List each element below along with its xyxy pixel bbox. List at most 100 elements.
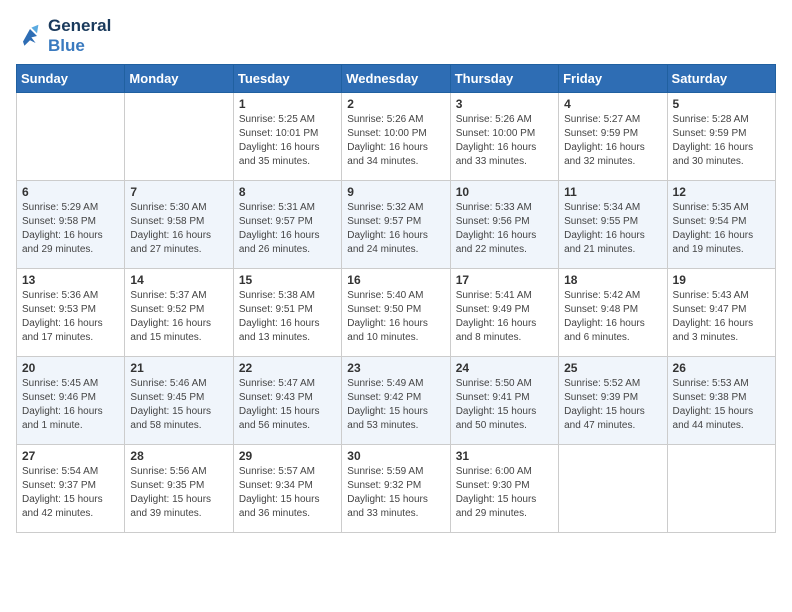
- calendar-cell: 23 Sunrise: 5:49 AM Sunset: 9:42 PM Dayli…: [342, 357, 450, 445]
- calendar-week-4: 20Sunrise: 5:45 AM Sunset: 9:46 PM Dayli…: [17, 357, 776, 445]
- calendar-cell: [125, 93, 233, 181]
- day-number: 9: [347, 185, 444, 199]
- cell-sun-info: Sunrise: 5:49 AM Sunset: 9:42 PM Dayligh…: [347, 377, 444, 433]
- cell-sun-info: Sunrise: 5:35 AM Sunset: 9:54 PM Dayligh…: [673, 201, 770, 257]
- calendar-week-2: 6Sunrise: 5:29 AM Sunset: 9:58 PM Daylig…: [17, 181, 776, 269]
- cell-sun-info: Sunrise: 5:53 AM Sunset: 9:38 PM Dayligh…: [673, 377, 770, 433]
- calendar-cell: 15 Sunrise: 5:38 AM Sunset: 9:51 PM Dayli…: [233, 269, 341, 357]
- day-number: 7: [130, 185, 227, 199]
- calendar-cell: 17 Sunrise: 5:41 AM Sunset: 9:49 PM Dayli…: [450, 269, 558, 357]
- calendar-cell: 29Sunrise: 5:57 AM Sunset: 9:34 PM Dayli…: [233, 445, 341, 533]
- calendar-cell: 24Sunrise: 5:50 AM Sunset: 9:41 PM Dayli…: [450, 357, 558, 445]
- calendar-cell: 31 Sunrise: 6:00 AM Sunset: 9:30 PM Dayli…: [450, 445, 558, 533]
- cell-sun-info: Sunrise: 5:52 AM Sunset: 9:39 PM Dayligh…: [564, 377, 661, 433]
- day-number: 24: [456, 361, 553, 375]
- column-header-tuesday: Tuesday: [233, 65, 341, 93]
- cell-sun-info: Sunrise: 5:29 AM Sunset: 9:58 PM Dayligh…: [22, 201, 119, 257]
- column-header-wednesday: Wednesday: [342, 65, 450, 93]
- calendar-cell: 11 Sunrise: 5:34 AM Sunset: 9:55 PM Dayli…: [559, 181, 667, 269]
- day-number: 25: [564, 361, 661, 375]
- calendar-cell: 4 Sunrise: 5:27 AM Sunset: 9:59 PM Daylig…: [559, 93, 667, 181]
- cell-sun-info: Sunrise: 5:25 AM Sunset: 10:01 PM Daylig…: [239, 113, 336, 169]
- day-number: 15: [239, 273, 336, 287]
- cell-sun-info: Sunrise: 5:26 AM Sunset: 10:00 PM Daylig…: [347, 113, 444, 169]
- calendar-cell: 20Sunrise: 5:45 AM Sunset: 9:46 PM Dayli…: [17, 357, 125, 445]
- cell-sun-info: Sunrise: 5:38 AM Sunset: 9:51 PM Dayligh…: [239, 289, 336, 345]
- day-number: 14: [130, 273, 227, 287]
- cell-sun-info: Sunrise: 6:00 AM Sunset: 9:30 PM Dayligh…: [456, 465, 553, 521]
- calendar-cell: 27 Sunrise: 5:54 AM Sunset: 9:37 PM Dayli…: [17, 445, 125, 533]
- calendar-cell: 19 Sunrise: 5:43 AM Sunset: 9:47 PM Dayli…: [667, 269, 775, 357]
- day-number: 27: [22, 449, 119, 463]
- calendar-cell: [667, 445, 775, 533]
- cell-sun-info: Sunrise: 5:33 AM Sunset: 9:56 PM Dayligh…: [456, 201, 553, 257]
- calendar-cell: 10Sunrise: 5:33 AM Sunset: 9:56 PM Dayli…: [450, 181, 558, 269]
- cell-sun-info: Sunrise: 5:56 AM Sunset: 9:35 PM Dayligh…: [130, 465, 227, 521]
- day-number: 12: [673, 185, 770, 199]
- day-number: 16: [347, 273, 444, 287]
- logo: General Blue: [16, 16, 111, 56]
- day-number: 5: [673, 97, 770, 111]
- cell-sun-info: Sunrise: 5:28 AM Sunset: 9:59 PM Dayligh…: [673, 113, 770, 169]
- cell-sun-info: Sunrise: 5:30 AM Sunset: 9:58 PM Dayligh…: [130, 201, 227, 257]
- day-number: 28: [130, 449, 227, 463]
- calendar-cell: 28 Sunrise: 5:56 AM Sunset: 9:35 PM Dayli…: [125, 445, 233, 533]
- calendar-cell: 14Sunrise: 5:37 AM Sunset: 9:52 PM Dayli…: [125, 269, 233, 357]
- day-number: 21: [130, 361, 227, 375]
- cell-sun-info: Sunrise: 5:47 AM Sunset: 9:43 PM Dayligh…: [239, 377, 336, 433]
- cell-sun-info: Sunrise: 5:41 AM Sunset: 9:49 PM Dayligh…: [456, 289, 553, 345]
- day-number: 29: [239, 449, 336, 463]
- day-number: 1: [239, 97, 336, 111]
- day-number: 4: [564, 97, 661, 111]
- calendar-cell: 30Sunrise: 5:59 AM Sunset: 9:32 PM Dayli…: [342, 445, 450, 533]
- calendar-cell: [17, 93, 125, 181]
- calendar-week-1: 1 Sunrise: 5:25 AM Sunset: 10:01 PM Dayli…: [17, 93, 776, 181]
- day-number: 18: [564, 273, 661, 287]
- calendar-cell: 21Sunrise: 5:46 AM Sunset: 9:45 PM Dayli…: [125, 357, 233, 445]
- day-number: 8: [239, 185, 336, 199]
- cell-sun-info: Sunrise: 5:27 AM Sunset: 9:59 PM Dayligh…: [564, 113, 661, 169]
- cell-sun-info: Sunrise: 5:42 AM Sunset: 9:48 PM Dayligh…: [564, 289, 661, 345]
- column-header-monday: Monday: [125, 65, 233, 93]
- calendar-cell: 1 Sunrise: 5:25 AM Sunset: 10:01 PM Dayli…: [233, 93, 341, 181]
- day-number: 26: [673, 361, 770, 375]
- calendar-cell: 25 Sunrise: 5:52 AM Sunset: 9:39 PM Dayli…: [559, 357, 667, 445]
- day-number: 30: [347, 449, 444, 463]
- calendar-cell: 9 Sunrise: 5:32 AM Sunset: 9:57 PM Daylig…: [342, 181, 450, 269]
- day-number: 31: [456, 449, 553, 463]
- calendar-cell: 22Sunrise: 5:47 AM Sunset: 9:43 PM Dayli…: [233, 357, 341, 445]
- cell-sun-info: Sunrise: 5:34 AM Sunset: 9:55 PM Dayligh…: [564, 201, 661, 257]
- calendar-cell: 7 Sunrise: 5:30 AM Sunset: 9:58 PM Daylig…: [125, 181, 233, 269]
- column-header-thursday: Thursday: [450, 65, 558, 93]
- day-number: 13: [22, 273, 119, 287]
- page-header: General Blue: [16, 16, 776, 56]
- day-number: 17: [456, 273, 553, 287]
- logo-icon: [16, 22, 44, 50]
- calendar-cell: [559, 445, 667, 533]
- cell-sun-info: Sunrise: 5:26 AM Sunset: 10:00 PM Daylig…: [456, 113, 553, 169]
- cell-sun-info: Sunrise: 5:32 AM Sunset: 9:57 PM Dayligh…: [347, 201, 444, 257]
- cell-sun-info: Sunrise: 5:45 AM Sunset: 9:46 PM Dayligh…: [22, 377, 119, 433]
- calendar-cell: 18 Sunrise: 5:42 AM Sunset: 9:48 PM Dayli…: [559, 269, 667, 357]
- calendar-cell: 13 Sunrise: 5:36 AM Sunset: 9:53 PM Dayli…: [17, 269, 125, 357]
- cell-sun-info: Sunrise: 5:43 AM Sunset: 9:47 PM Dayligh…: [673, 289, 770, 345]
- cell-sun-info: Sunrise: 5:40 AM Sunset: 9:50 PM Dayligh…: [347, 289, 444, 345]
- calendar-week-5: 27 Sunrise: 5:54 AM Sunset: 9:37 PM Dayli…: [17, 445, 776, 533]
- day-number: 2: [347, 97, 444, 111]
- day-number: 19: [673, 273, 770, 287]
- column-header-friday: Friday: [559, 65, 667, 93]
- calendar-header-row: SundayMondayTuesdayWednesdayThursdayFrid…: [17, 65, 776, 93]
- cell-sun-info: Sunrise: 5:36 AM Sunset: 9:53 PM Dayligh…: [22, 289, 119, 345]
- calendar-cell: 6Sunrise: 5:29 AM Sunset: 9:58 PM Daylig…: [17, 181, 125, 269]
- cell-sun-info: Sunrise: 5:54 AM Sunset: 9:37 PM Dayligh…: [22, 465, 119, 521]
- column-header-saturday: Saturday: [667, 65, 775, 93]
- logo-text: General Blue: [48, 16, 111, 56]
- calendar-table: SundayMondayTuesdayWednesdayThursdayFrid…: [16, 64, 776, 533]
- day-number: 3: [456, 97, 553, 111]
- cell-sun-info: Sunrise: 5:31 AM Sunset: 9:57 PM Dayligh…: [239, 201, 336, 257]
- calendar-cell: 16 Sunrise: 5:40 AM Sunset: 9:50 PM Dayli…: [342, 269, 450, 357]
- calendar-cell: 5 Sunrise: 5:28 AM Sunset: 9:59 PM Daylig…: [667, 93, 775, 181]
- day-number: 11: [564, 185, 661, 199]
- day-number: 23: [347, 361, 444, 375]
- calendar-cell: 8 Sunrise: 5:31 AM Sunset: 9:57 PM Daylig…: [233, 181, 341, 269]
